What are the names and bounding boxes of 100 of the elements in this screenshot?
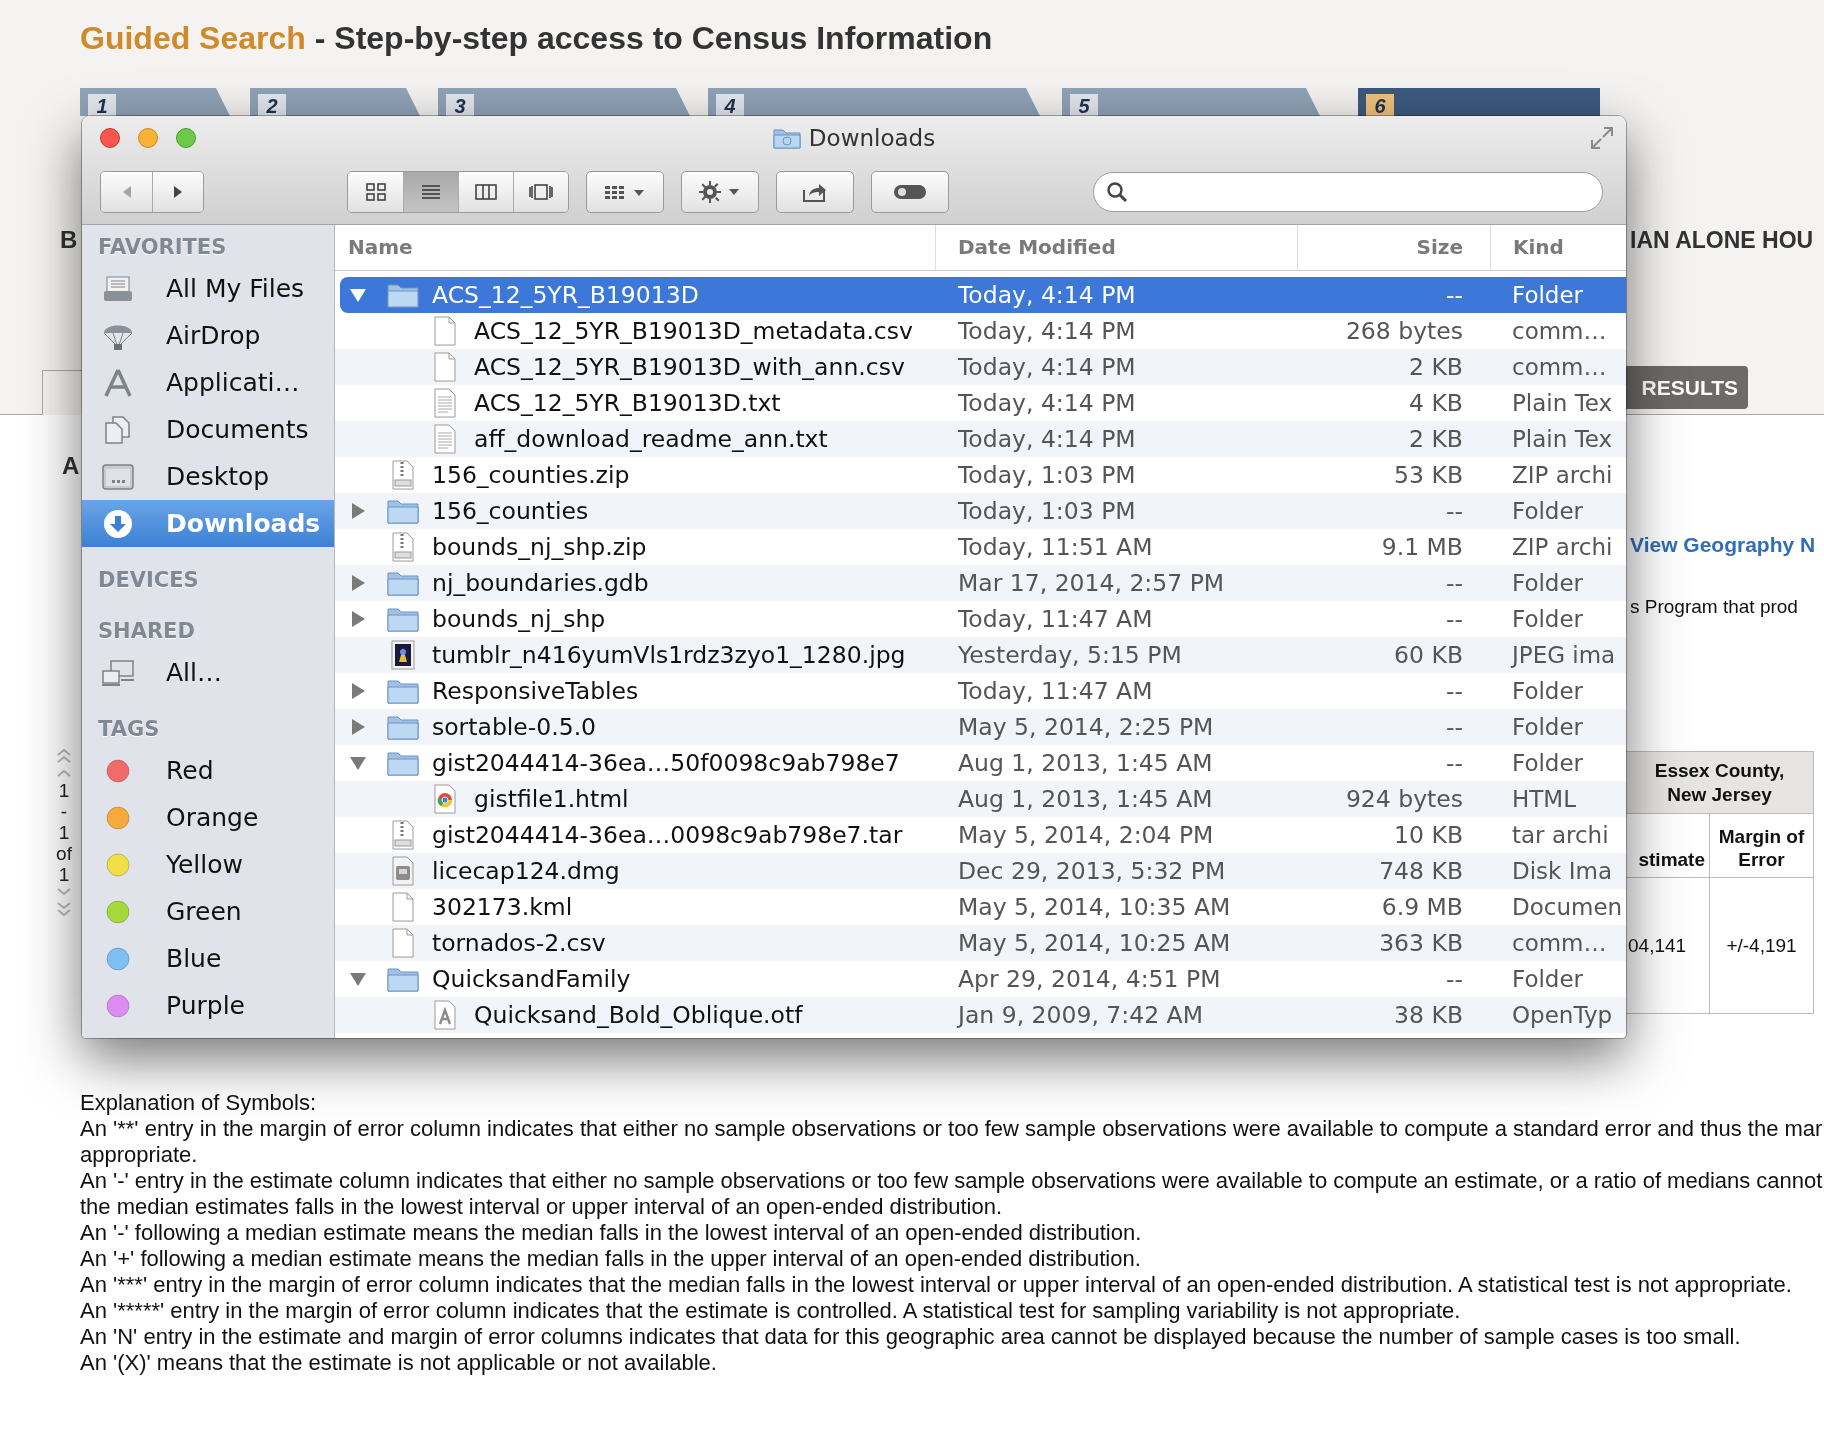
date-modified: Today, 4:14 PM	[957, 317, 1137, 345]
disclosure-triangle[interactable]	[349, 718, 367, 736]
file-name: gistfile1.html	[474, 785, 629, 813]
file-row[interactable]: 302173.kml May 5, 2014, 10:35 AM 6.9 MB Documen	[335, 889, 1626, 925]
sidebar-item[interactable]: Applicati…	[82, 359, 334, 406]
file-size: 268 bytes	[1344, 317, 1464, 345]
file-row[interactable]: gist2044414-36ea…0098c9ab798e7.tar May 5, 2014, 2:04 PM 10 KB tar archi	[335, 817, 1626, 853]
file-row[interactable]: ACS_12_5YR_B19013D Today, 4:14 PM -- Folder	[340, 277, 1626, 313]
file-name: ACS_12_5YR_B19013D_with_ann.csv	[474, 353, 905, 381]
search-field[interactable]	[1093, 172, 1603, 212]
sidebar-item[interactable]: Green	[82, 888, 334, 935]
sidebar-item[interactable]: AirDrop	[82, 312, 334, 359]
column-header[interactable]: Kind	[1490, 225, 1626, 270]
view-geography-link[interactable]: View Geography N	[1630, 532, 1824, 558]
table-header-cell: Essex County, New Jersey	[1626, 752, 1813, 814]
file-row[interactable]: 156_counties.zip Today, 1:03 PM 53 KB ZIP archi	[335, 457, 1626, 493]
pager-text: of	[56, 844, 72, 863]
share-button[interactable]	[776, 171, 854, 213]
disclosure-triangle[interactable]	[349, 754, 367, 772]
step-tab[interactable]: 2	[250, 88, 420, 116]
sidebar-item[interactable]: Documents	[82, 406, 334, 453]
date-modified: Today, 4:14 PM	[957, 353, 1137, 381]
page-title: Guided Search - Step-by-step access to Census Information	[80, 20, 993, 56]
date-modified: Yesterday, 5:15 PM	[957, 641, 1183, 669]
zipper-document-icon	[391, 532, 415, 562]
chevron-down-icon[interactable]	[56, 886, 72, 898]
step-tab[interactable]: 4	[708, 88, 1040, 116]
file-row[interactable]: tumblr_n416yumVls1rdz3zyo1_1280.jpg Yesterday, 5:15 PM 60 KB JPEG ima	[335, 637, 1626, 673]
folder-icon	[772, 127, 801, 149]
tags-button[interactable]	[871, 171, 949, 213]
column-header[interactable]: Date Modified	[935, 225, 1297, 270]
coverflow-view-button[interactable]	[513, 172, 568, 212]
step-tab[interactable]: 1	[80, 88, 230, 116]
disclosure-triangle[interactable]	[349, 286, 367, 304]
file-kind: Documen	[1511, 894, 1624, 920]
file-row[interactable]: aff_download_readme_ann.txt Today, 4:14 PM 2 KB Plain Tex	[335, 421, 1626, 457]
text-document-icon	[433, 388, 457, 418]
sidebar-item[interactable]: All My Files	[82, 265, 334, 312]
file-row[interactable]: ACS_12_5YR_B19013D.txt Today, 4:14 PM 4 KB Plain Tex	[335, 385, 1626, 421]
fullscreen-icon[interactable]	[1590, 126, 1614, 150]
disclosure-triangle[interactable]	[349, 574, 367, 592]
thumbnail-icon	[391, 640, 415, 670]
date-modified: Jan 9, 2009, 7:42 AM	[955, 1001, 1204, 1029]
file-row[interactable]: nj_boundaries.gdb Mar 17, 2014, 2:57 PM -- Folder	[335, 565, 1626, 601]
minimize-button[interactable]	[138, 128, 158, 148]
columns-view-button[interactable]	[458, 172, 513, 212]
file-row[interactable]: gist2044414-36ea…50f0098c9ab798e7 Aug 1, 2013, 1:45 AM -- Folder	[335, 745, 1626, 781]
step-tab[interactable]: 3	[438, 88, 690, 116]
icons-view-button[interactable]	[348, 172, 403, 212]
download-icon	[103, 508, 133, 539]
sidebar-item[interactable]: Yellow	[82, 841, 334, 888]
double-chevron-up-icon[interactable]	[56, 747, 72, 765]
sidebar-item[interactable]: Desktop	[82, 453, 334, 500]
view-mode-control[interactable]	[347, 171, 569, 213]
sidebar-item[interactable]: All…	[82, 649, 334, 696]
file-row[interactable]: ACS_12_5YR_B19013D_with_ann.csv Today, 4:14 PM 2 KB comm…	[335, 349, 1626, 385]
disclosure-triangle[interactable]	[349, 970, 367, 988]
file-row[interactable]: ACS_12_5YR_B19013D_metadata.csv Today, 4:14 PM 268 bytes comm…	[335, 313, 1626, 349]
file-row[interactable]: QuicksandFamily Apr 29, 2014, 4:51 PM -- Folder	[335, 961, 1626, 997]
double-chevron-down-icon[interactable]	[56, 900, 72, 918]
sidebar-item[interactable]: Red	[82, 747, 334, 794]
sidebar-item[interactable]: Blue	[82, 935, 334, 982]
file-size: 748 KB	[1378, 857, 1464, 885]
forward-button[interactable]	[152, 172, 203, 212]
sidebar-item[interactable]: Orange	[82, 794, 334, 841]
list-view-button[interactable]	[403, 172, 458, 212]
file-row[interactable]: licecap124.dmg Dec 29, 2013, 5:32 PM 748 KB Disk Ima	[335, 853, 1626, 889]
step-tab[interactable]: 5	[1062, 88, 1320, 116]
date-modified: Dec 29, 2013, 5:32 PM	[957, 857, 1227, 885]
close-button[interactable]	[100, 128, 120, 148]
file-row[interactable]: ResponsiveTables Today, 11:47 AM -- Folder	[335, 673, 1626, 709]
column-header[interactable]: Name	[335, 225, 935, 270]
zoom-button[interactable]	[176, 128, 196, 148]
sidebar-item[interactable]: Purple	[82, 982, 334, 1029]
explanation-line: An '*****' entry in the margin of error column indicates that the estimate is controlled. A statistical test for sampling variability is not appropriate.	[80, 1298, 1462, 1324]
file-size: --	[1445, 605, 1464, 633]
file-row[interactable]: bounds_nj_shp.zip Today, 11:51 AM 9.1 MB ZIP archi	[335, 529, 1626, 565]
file-row[interactable]: gistfile1.html Aug 1, 2013, 1:45 AM 924 bytes HTML	[335, 781, 1626, 817]
file-size: 9.1 MB	[1380, 533, 1464, 561]
file-row[interactable]: tornados-2.csv May 5, 2014, 10:25 AM 363 KB comm…	[335, 925, 1626, 961]
disclosure-triangle[interactable]	[349, 610, 367, 628]
disclosure-triangle[interactable]	[349, 502, 367, 520]
file-size: --	[1445, 281, 1464, 309]
file-row[interactable]: Quicksand_Bold_Oblique.otf Jan 9, 2009, 7:42 AM 38 KB OpenTyp	[335, 997, 1626, 1033]
disclosure-triangle[interactable]	[349, 682, 367, 700]
step-tab[interactable]: 6	[1358, 88, 1600, 116]
date-modified: May 5, 2014, 2:25 PM	[957, 713, 1215, 741]
date-modified: Aug 1, 2013, 1:45 AM	[957, 785, 1214, 813]
file-size: --	[1445, 749, 1464, 777]
date-modified: Today, 11:47 AM	[957, 605, 1154, 633]
chevron-up-icon[interactable]	[56, 767, 72, 779]
arrange-button[interactable]	[586, 171, 664, 213]
file-row[interactable]: sortable-0.5.0 May 5, 2014, 2:25 PM -- Folder	[335, 709, 1626, 745]
gear-button[interactable]	[681, 171, 759, 213]
pager-text: 1	[58, 781, 70, 800]
file-row[interactable]: bounds_nj_shp Today, 11:47 AM -- Folder	[335, 601, 1626, 637]
results-button[interactable]: RESULTS	[1626, 366, 1748, 409]
file-size: 38 KB	[1393, 1001, 1464, 1029]
file-row[interactable]: 156_counties Today, 1:03 PM -- Folder	[335, 493, 1626, 529]
column-header[interactable]: Size	[1297, 225, 1490, 270]
